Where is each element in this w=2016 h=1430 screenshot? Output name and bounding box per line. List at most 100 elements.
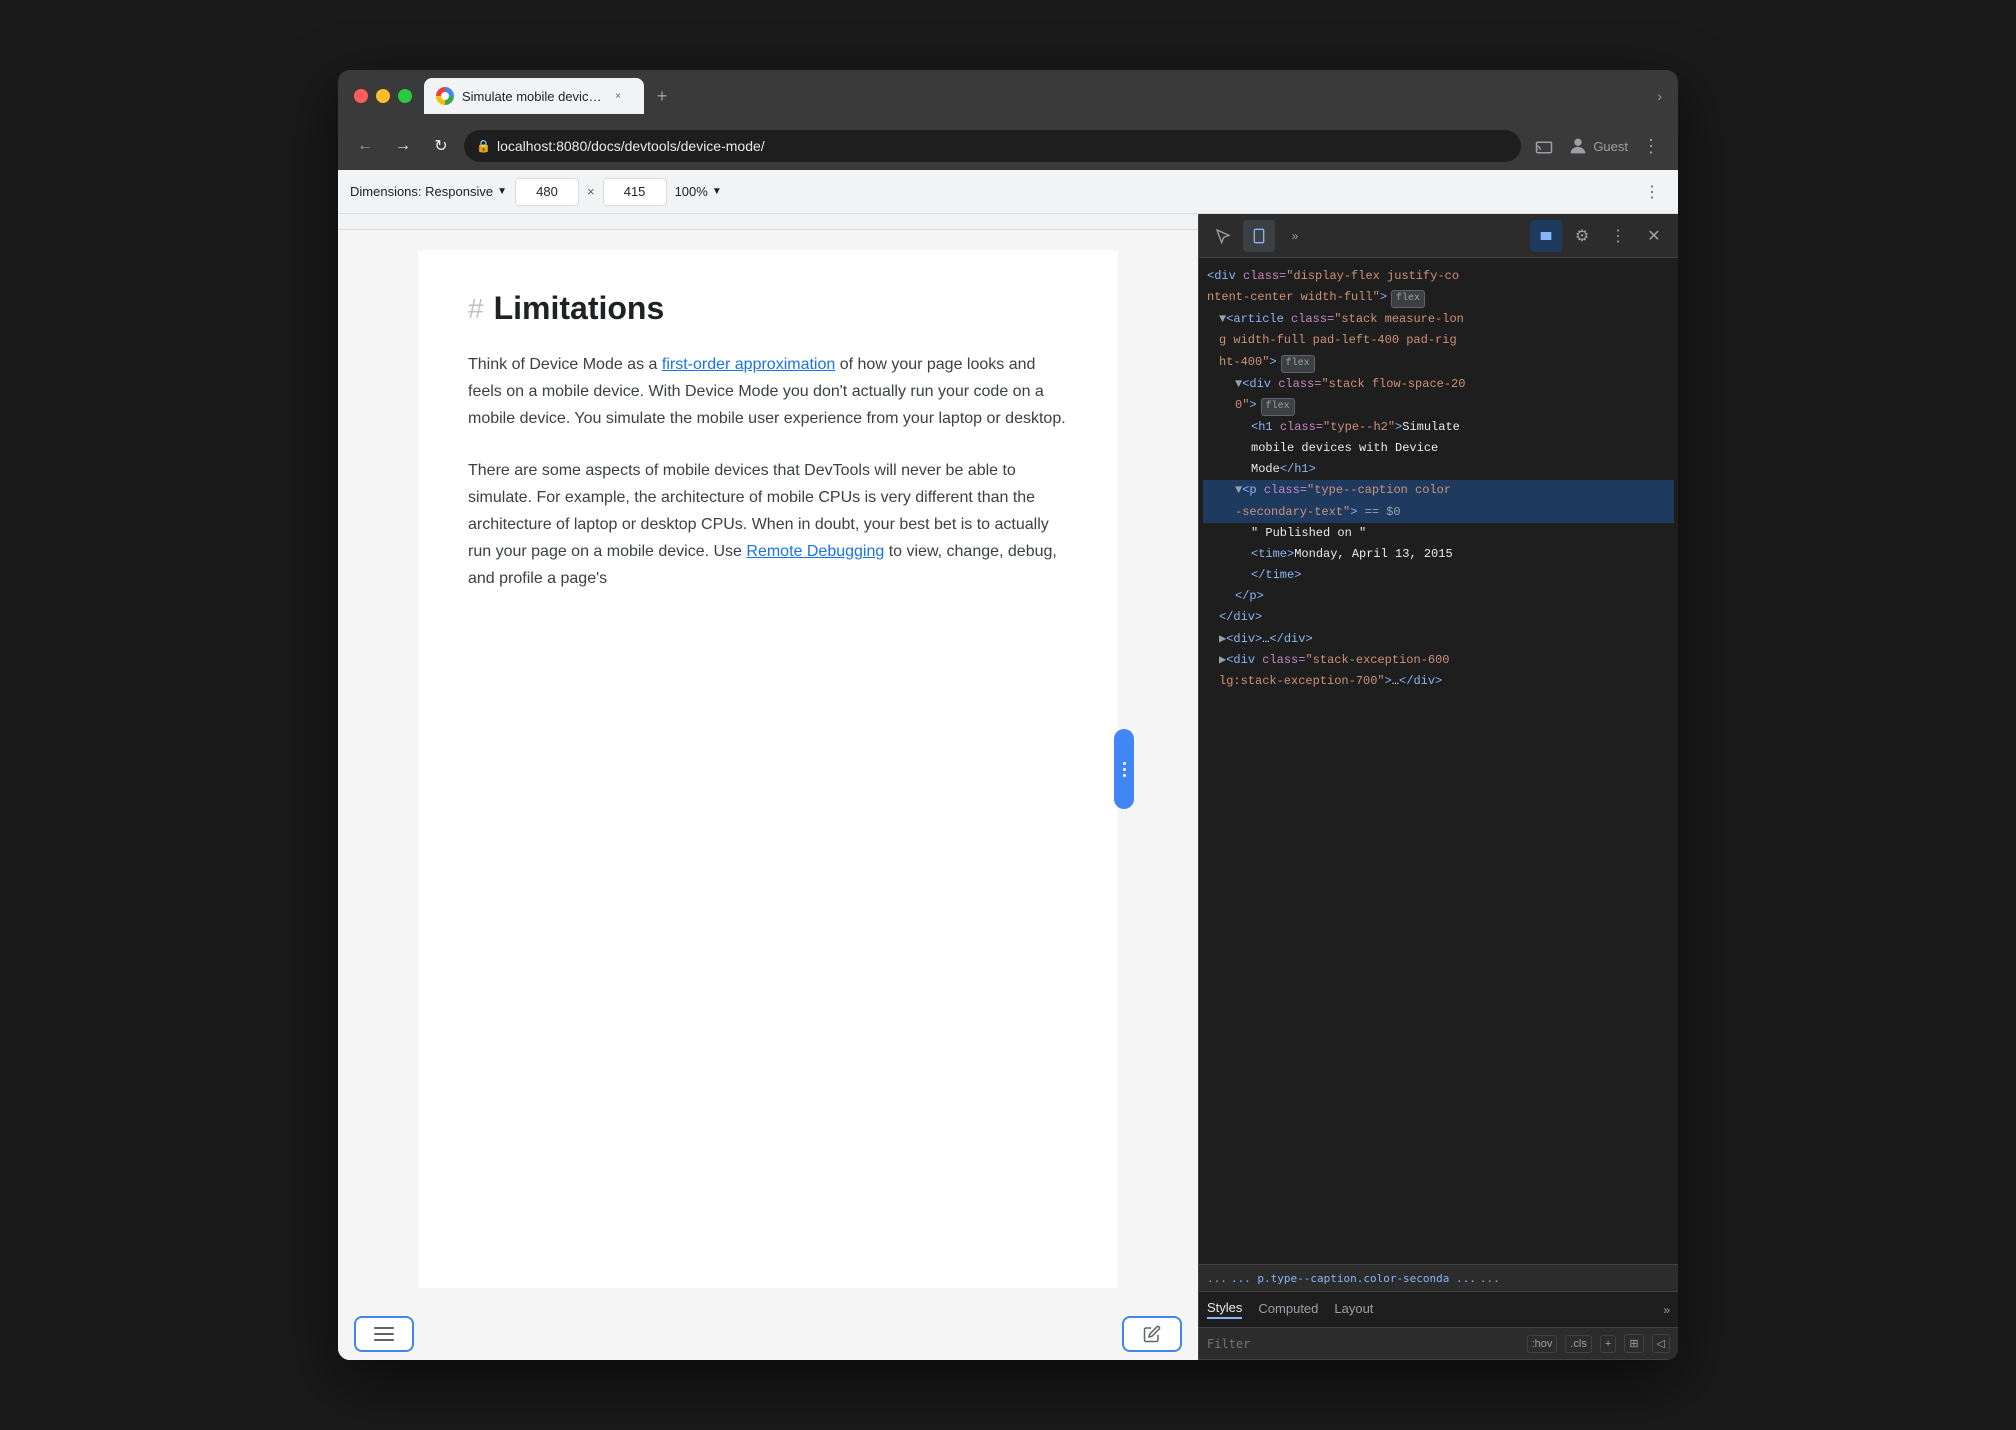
zoom-label: 100% bbox=[675, 184, 708, 199]
html-line: ht-400">flex bbox=[1203, 352, 1674, 374]
browser-window: Simulate mobile devices with D × + › ← →… bbox=[338, 70, 1678, 1360]
html-line: </div> bbox=[1203, 607, 1674, 628]
traffic-lights bbox=[354, 89, 412, 103]
html-line: Mode</h1> bbox=[1203, 459, 1674, 480]
html-line: ▼<article class="stack measure-lon bbox=[1203, 309, 1674, 330]
page-heading: # Limitations bbox=[468, 290, 1068, 327]
styles-tabs: Styles Computed Layout » bbox=[1199, 1292, 1678, 1328]
html-line: </p> bbox=[1203, 586, 1674, 607]
console-button[interactable] bbox=[1530, 220, 1562, 252]
bottom-handle-menu[interactable] bbox=[354, 1316, 414, 1352]
tab-close-button[interactable]: × bbox=[610, 88, 626, 104]
hash-symbol: # bbox=[468, 293, 484, 325]
address-bar: ← → ↻ 🔒 localhost:8080/docs/devtools/dev… bbox=[338, 122, 1678, 170]
device-toolbar: Dimensions: Responsive ▼ × 100% ▼ ⋮ bbox=[338, 170, 1678, 214]
more-options-button[interactable]: ⋮ bbox=[1638, 178, 1666, 206]
back-button[interactable]: ← bbox=[350, 131, 380, 161]
profile-label: Guest bbox=[1593, 139, 1628, 154]
zoom-dropdown[interactable]: 100% ▼ bbox=[675, 184, 722, 199]
hov-filter-button[interactable]: :hov bbox=[1527, 1335, 1558, 1353]
tab-favicon bbox=[436, 87, 454, 105]
page-content[interactable]: # Limitations Think of Device Mode as a … bbox=[338, 230, 1198, 1308]
settings-button[interactable]: ⚙ bbox=[1566, 220, 1598, 252]
html-line-selected[interactable]: ▼<p class="type--caption color bbox=[1203, 480, 1674, 501]
remote-debugging-link[interactable]: Remote Debugging bbox=[746, 543, 884, 560]
styles-filter: :hov .cls + ⊞ ◁ bbox=[1199, 1328, 1678, 1360]
close-button[interactable] bbox=[354, 89, 368, 103]
styles-tab-more[interactable]: » bbox=[1663, 1303, 1670, 1317]
ruler-top bbox=[338, 214, 1198, 230]
width-input[interactable] bbox=[515, 178, 579, 206]
breadcrumb-end: ... bbox=[1480, 1272, 1500, 1285]
devtools-toolbar: » ⚙ ⋮ ✕ bbox=[1199, 214, 1678, 258]
paragraph-1: Think of Device Mode as a first-order ap… bbox=[468, 351, 1068, 433]
devtools-close-button[interactable]: ✕ bbox=[1638, 220, 1670, 252]
dropdown-arrow-icon: ▼ bbox=[497, 186, 507, 197]
more-panels-button[interactable]: » bbox=[1279, 220, 1311, 252]
devtools-panel: » ⚙ ⋮ ✕ <div class="display-flex justify… bbox=[1198, 214, 1678, 1360]
dimensions-dropdown[interactable]: Dimensions: Responsive ▼ bbox=[350, 184, 507, 199]
cls-filter-button[interactable]: .cls bbox=[1565, 1335, 1592, 1353]
filter-input[interactable] bbox=[1207, 1337, 1519, 1351]
page-heading-text: Limitations bbox=[494, 290, 665, 327]
devtools-html-panel[interactable]: <div class="display-flex justify-co nten… bbox=[1199, 258, 1678, 1264]
html-line: ▶<div>…</div> bbox=[1203, 629, 1674, 650]
new-tab-button[interactable]: + bbox=[648, 82, 676, 110]
copy-styles-button[interactable]: ⊞ bbox=[1624, 1334, 1643, 1353]
html-line: ▶<div class="stack-exception-600 bbox=[1203, 650, 1674, 671]
breadcrumb-bar: ... ... p.type--caption.color-seconda ..… bbox=[1199, 1264, 1678, 1292]
forward-button[interactable]: → bbox=[388, 131, 418, 161]
html-line: <h1 class="type--h2">Simulate bbox=[1203, 417, 1674, 438]
height-input[interactable] bbox=[603, 178, 667, 206]
maximize-button[interactable] bbox=[398, 89, 412, 103]
address-actions: Guest ⋮ bbox=[1529, 131, 1666, 161]
browser-viewport: # Limitations Think of Device Mode as a … bbox=[338, 214, 1198, 1360]
tab-bar: Simulate mobile devices with D × + › bbox=[424, 78, 1662, 114]
tab-computed[interactable]: Computed bbox=[1258, 1301, 1318, 1318]
tab-layout[interactable]: Layout bbox=[1334, 1301, 1373, 1318]
dimension-separator: × bbox=[587, 184, 595, 199]
html-line: " Published on " bbox=[1203, 523, 1674, 544]
drag-dots bbox=[1123, 762, 1126, 777]
html-line: ntent-center width-full">flex bbox=[1203, 287, 1674, 309]
cast-button[interactable] bbox=[1529, 131, 1559, 161]
device-mode-button[interactable] bbox=[1243, 220, 1275, 252]
ruler-marks bbox=[346, 214, 1190, 229]
add-style-button[interactable]: + bbox=[1600, 1335, 1616, 1353]
title-bar: Simulate mobile devices with D × + › bbox=[338, 70, 1678, 122]
first-order-link[interactable]: first-order approximation bbox=[662, 356, 835, 373]
profile-button[interactable]: Guest bbox=[1567, 135, 1628, 157]
element-selector-button[interactable] bbox=[1207, 220, 1239, 252]
reload-button[interactable]: ↻ bbox=[426, 131, 456, 161]
hamburger-icon bbox=[374, 1327, 394, 1341]
breadcrumb-ellipsis: ... bbox=[1207, 1272, 1227, 1285]
html-line: mobile devices with Device bbox=[1203, 438, 1674, 459]
lock-icon: 🔒 bbox=[476, 139, 491, 153]
devtools-more-button[interactable]: ⋮ bbox=[1602, 220, 1634, 252]
breadcrumb-selected[interactable]: ... p.type--caption.color-seconda ... bbox=[1231, 1272, 1476, 1285]
toggle-sidebar-button[interactable]: ◁ bbox=[1652, 1334, 1670, 1353]
html-line: <time>Monday, April 13, 2015 bbox=[1203, 544, 1674, 565]
tab-more-button[interactable]: › bbox=[1657, 88, 1662, 104]
html-line: <div class="display-flex justify-co bbox=[1203, 266, 1674, 287]
dimensions-label: Dimensions: Responsive bbox=[350, 184, 493, 199]
html-line: ▼<div class="stack flow-space-20 bbox=[1203, 374, 1674, 395]
page-inner: # Limitations Think of Device Mode as a … bbox=[418, 250, 1118, 1288]
zoom-arrow-icon: ▼ bbox=[712, 186, 722, 197]
html-line: 0">flex bbox=[1203, 395, 1674, 417]
bottom-handle-edit[interactable] bbox=[1122, 1316, 1182, 1352]
tab-title: Simulate mobile devices with D bbox=[462, 89, 602, 104]
minimize-button[interactable] bbox=[376, 89, 390, 103]
html-line-selected[interactable]: -secondary-text"> == $0 bbox=[1203, 502, 1674, 523]
url-text: localhost:8080/docs/devtools/device-mode… bbox=[497, 138, 1509, 154]
html-line: lg:stack-exception-700">…</div> bbox=[1203, 671, 1674, 692]
url-bar[interactable]: 🔒 localhost:8080/docs/devtools/device-mo… bbox=[464, 130, 1521, 162]
edit-icon bbox=[1143, 1325, 1161, 1343]
main-content: # Limitations Think of Device Mode as a … bbox=[338, 214, 1678, 1360]
active-tab[interactable]: Simulate mobile devices with D × bbox=[424, 78, 644, 114]
bottom-controls bbox=[338, 1308, 1198, 1360]
menu-button[interactable]: ⋮ bbox=[1636, 131, 1666, 161]
html-line: </time> bbox=[1203, 565, 1674, 586]
tab-styles[interactable]: Styles bbox=[1207, 1300, 1242, 1319]
resize-handle-right[interactable] bbox=[1114, 729, 1134, 809]
